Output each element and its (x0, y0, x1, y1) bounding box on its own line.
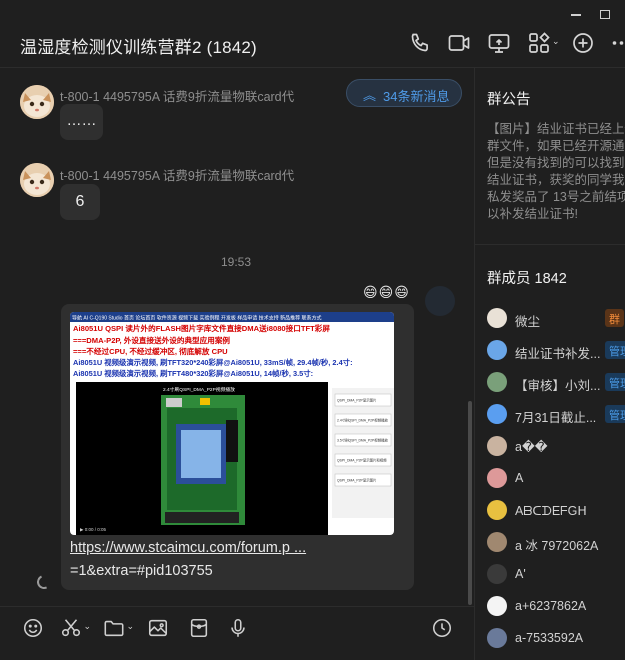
post-line-3: ===不经过CPU, 不经过缓冲区, 彻底解放 CPU (73, 346, 228, 356)
double-up-arrow-icon: ︽ (363, 88, 377, 103)
loading-icon (35, 573, 53, 591)
member-item[interactable]: 【审核】小刘... 管理 (487, 372, 625, 394)
member-item[interactable]: 微尘 群 (487, 308, 625, 330)
phone-icon[interactable] (408, 31, 432, 55)
avatar (487, 532, 507, 552)
minimize-icon[interactable] (571, 14, 581, 16)
microphone-icon[interactable] (227, 617, 249, 639)
member-name: a�� (515, 440, 548, 454)
avatar (487, 596, 507, 616)
post-line-1: Ai8051U QSPI 读片外的FLASH图片字库文件直接DMA送i8080接… (73, 323, 330, 333)
emoji-reactions[interactable]: 😄😄😄 (363, 284, 410, 301)
playlist-item-label: QSPI_DMA_P2P显示图片 (337, 398, 377, 403)
video-title: 2.4寸刷QSPI_DMA_P2P视频播放 (163, 386, 235, 393)
notice-title[interactable]: 群公告 (487, 88, 531, 109)
title-bar: 温湿度检测仪训练营群2 (1842) ⌄ (0, 0, 625, 68)
member-item[interactable]: A' (487, 564, 625, 586)
member-name: 【审核】小刘... (515, 379, 601, 393)
avatar[interactable] (20, 163, 54, 197)
message-bubble[interactable]: 6 (60, 184, 100, 220)
message-link-tail[interactable]: =1&extra=#pid103755 (70, 563, 213, 579)
new-messages-label: 34条新消息 (383, 89, 450, 104)
member-name: 7月31日截止... (515, 411, 597, 425)
avatar (487, 404, 507, 424)
member-item[interactable]: A (487, 468, 625, 490)
notice-line: 【图片】结业证书已经上传 (487, 122, 625, 136)
avatar[interactable] (425, 286, 455, 316)
member-item[interactable]: a-7533592A (487, 628, 625, 650)
avatar (487, 340, 507, 360)
folder-icon[interactable]: ⌄ (103, 617, 134, 639)
post-screenshot[interactable]: 导航 AI C-Q190 Studio 首页 论坛首页 软件资源 视频下载 实验… (70, 312, 394, 535)
red-packet-icon[interactable] (188, 617, 210, 639)
member-name: 微尘 (515, 315, 541, 329)
video-time: ▶ 0:00 / 0:05 (80, 527, 106, 532)
message-link[interactable]: https://www.stcaimcu.com/forum.p ... (70, 540, 306, 556)
message-timestamp: 19:53 (221, 255, 252, 269)
notice-line: 以补发结业证书! (487, 207, 578, 221)
member-name: A (515, 471, 524, 485)
smile-icon[interactable] (22, 617, 44, 639)
scissors-icon[interactable]: ⌄ (60, 617, 91, 639)
members-title[interactable]: 群成员 1842 (487, 267, 567, 288)
avatar (487, 436, 507, 456)
avatar (487, 308, 507, 328)
role-badge: 管理 (605, 373, 625, 391)
member-name: a-7533592A (515, 631, 584, 645)
member-name: 结业证书补发... (515, 347, 601, 361)
notice-line: 但是没有找到的可以找到补 (487, 156, 625, 170)
add-member-icon[interactable] (571, 31, 595, 55)
playlist-item-label: 3.5寸刷QSPI_DMA_P2P视频播放 (337, 438, 388, 443)
chat-title: 温湿度检测仪训练营群2 (1842) (20, 38, 257, 57)
avatar (487, 564, 507, 584)
role-badge: 群 (605, 309, 624, 327)
member-name: AᗷᑕᗪEᖴGᕼ (515, 504, 587, 518)
input-toolbar: ⌄ ⌄ (0, 606, 474, 660)
member-name: a 冰 7972062A (515, 539, 599, 553)
more-icon[interactable] (608, 31, 625, 55)
post-line-2: ===DMA-P2P, 外设直接送外设的典型应用案例 (73, 335, 230, 345)
group-sidebar: 群公告 【图片】结业证书已经上传 群文件，如果已经开源通过 但是没有找到的可以找… (474, 68, 625, 660)
message-sender: t-800-1 4495795A 话费9折流量物联card代 (60, 169, 295, 183)
avatar[interactable] (20, 85, 54, 119)
video-call-icon[interactable] (447, 31, 471, 55)
playlist-item-label: QSPI_DMA_P2P显示图片 (337, 478, 377, 483)
screen-share-icon[interactable] (487, 31, 511, 55)
avatar (487, 372, 507, 392)
playlist-item-label: 2.4寸刷QSPI_DMA_P2P视频播放 (337, 418, 388, 423)
new-messages-button[interactable]: ︽ 34条新消息 (346, 79, 462, 107)
message-bubble[interactable]: …… (60, 104, 103, 140)
notice-text[interactable]: 【图片】结业证书已经上传 群文件，如果已经开源通过 但是没有找到的可以找到补 结… (487, 121, 625, 223)
notice-line: 私发奖品了 13号之前结项 (487, 190, 625, 204)
playlist-item-label: QSPI_DMA_P2P显示图片和视频 (337, 458, 387, 463)
post-line-5: Ai8051U 视频级演示视频, 刷TFT480*320彩屏@Ai8051U, … (73, 369, 313, 378)
notice-line: 结业证书，获奖的同学我已 (487, 173, 625, 187)
notice-line: 群文件，如果已经开源通过 (487, 139, 625, 153)
history-icon[interactable] (431, 617, 453, 639)
image-icon[interactable] (147, 617, 169, 639)
member-item[interactable]: a 冰 7972062A (487, 532, 625, 554)
member-item[interactable]: 结业证书补发... 管理 (487, 340, 625, 362)
chat-area: t-800-1 4495795A 话费9折流量物联card代 …… t-800-… (0, 68, 474, 608)
post-nav-text: 导航 AI C-Q190 Studio 首页 论坛首页 软件资源 视频下载 实验… (72, 315, 321, 322)
role-badge: 管理 (605, 405, 625, 423)
chat-scrollbar[interactable] (468, 401, 472, 605)
member-name: a+6237862A (515, 599, 587, 613)
member-item[interactable]: AᗷᑕᗪEᖴGᕼ (487, 500, 625, 522)
message-sender: t-800-1 4495795A 话费9折流量物联card代 (60, 90, 295, 104)
avatar (487, 500, 507, 520)
member-name: A' (515, 567, 526, 581)
member-item[interactable]: 7月31日截止... 管理 (487, 404, 625, 426)
apps-icon[interactable]: ⌄ (527, 31, 561, 55)
member-item[interactable]: a+6237862A (487, 596, 625, 618)
post-line-4: Ai8051U 视频级演示视频, 刷TFT320*240彩屏@Ai8051U, … (73, 358, 353, 367)
role-badge: 管理 (605, 341, 625, 359)
avatar (487, 468, 507, 488)
avatar (487, 628, 507, 648)
member-item[interactable]: a�� (487, 436, 625, 458)
maximize-icon[interactable] (600, 10, 610, 19)
divider (475, 244, 625, 245)
